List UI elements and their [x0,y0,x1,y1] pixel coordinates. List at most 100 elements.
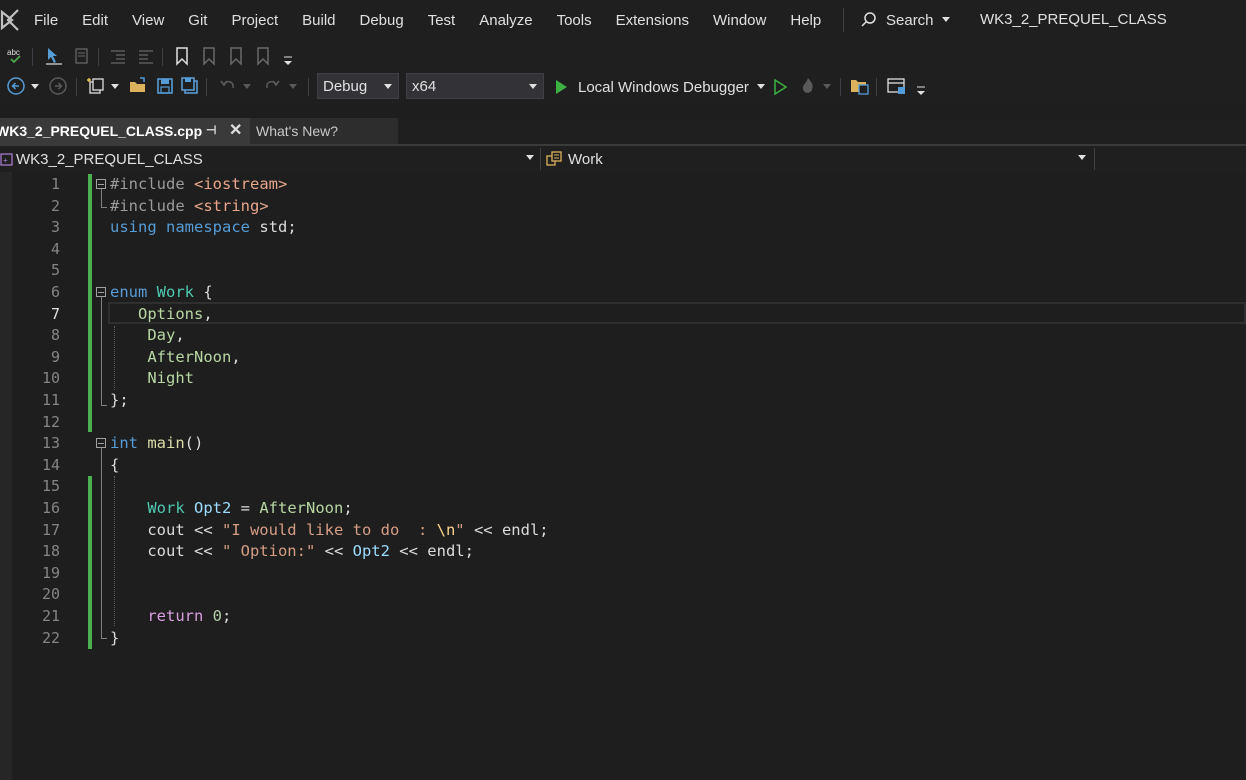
code-line-1: #include <iostream> [110,175,288,193]
line-number: 11 [41,391,60,409]
project-scope-select[interactable]: + WK3_2_PREQUEL_CLASS [0,148,538,170]
code-line-22: } [110,628,120,647]
line-number: 17 [41,520,60,539]
menu-view[interactable]: View [120,0,176,42]
solution-platform-value: x64 [412,77,437,95]
toolbar-overflow-icon[interactable] [911,80,931,100]
solution-explorer-icon[interactable] [849,76,869,96]
change-indicator-saved [88,174,92,432]
hot-reload-icon[interactable] [798,76,818,96]
menu-analyze[interactable]: Analyze [467,0,544,42]
menu-file[interactable]: File [22,0,70,42]
menu-edit[interactable]: Edit [70,0,120,42]
start-without-debugging-icon[interactable] [770,77,790,97]
chevron-down-icon [526,155,534,160]
spell-check-icon[interactable]: abc [6,46,26,66]
solution-platform-select[interactable]: x64 [406,73,544,99]
visual-studio-logo-icon[interactable] [0,6,22,34]
redo-dropdown-icon[interactable] [288,77,298,97]
back-dropdown-icon[interactable] [30,77,40,97]
menu-extensions[interactable]: Extensions [604,0,701,42]
code-line-2: #include <string> [110,196,269,215]
indicator-margin [0,172,12,780]
pin-icon[interactable]: ⊣ [206,123,216,137]
pointer-select-icon[interactable] [44,46,64,66]
code-line-7: Options, [138,304,213,323]
tab-active-file[interactable]: WK3_2_PREQUEL_CLASS.cpp ⊣ ✕ [0,118,250,144]
close-icon[interactable]: ✕ [229,120,242,140]
solution-configuration-select[interactable]: Debug [317,73,399,99]
menu-bar: File Edit View Git Project Build Debug T… [0,0,1246,42]
line-number: 10 [41,369,60,388]
toolbar-overflow-icon[interactable] [278,50,298,70]
code-line-11: }; [110,391,129,409]
line-number: 14 [41,455,60,474]
outdent-icon[interactable] [136,46,156,66]
menu-git[interactable]: Git [176,0,219,42]
code-line-10: Night [147,369,194,388]
code-editor[interactable]: 1 2 3 4 5 6 7 8 9 10 11 12 13 14 15 16 1… [0,172,1246,780]
outline-line [101,297,102,405]
new-project-icon[interactable] [86,76,106,96]
redo-icon[interactable] [262,76,282,96]
change-indicator-saved [88,476,92,649]
navigate-forward-icon[interactable] [48,76,68,96]
line-number-current: 7 [50,304,60,323]
menu-window[interactable]: Window [701,0,778,42]
member-scope-select[interactable]: Work [546,148,1092,170]
line-number: 19 [41,563,60,582]
start-debugging-button[interactable]: Local Windows Debugger [552,74,765,100]
menu-help[interactable]: Help [778,0,833,42]
menu-separator [843,8,844,32]
collapse-icon[interactable] [96,287,106,297]
collapse-icon[interactable] [96,438,106,448]
bookmark-icon[interactable] [172,46,192,66]
save-all-icon[interactable] [180,76,200,96]
code-line-13: int main() [110,434,204,453]
nav-divider [540,148,541,170]
menu-debug[interactable]: Debug [348,0,416,42]
undo-icon[interactable] [218,76,238,96]
format-document-icon[interactable] [72,46,92,66]
tab-label: What's New? [256,123,339,139]
navigation-bar: + WK3_2_PREQUEL_CLASS Work [0,146,1246,172]
previous-bookmark-icon[interactable] [199,46,219,66]
line-number: 4 [50,239,60,258]
line-number: 3 [50,218,60,237]
chevron-down-icon [756,84,765,89]
document-tabs: WK3_2_PREQUEL_CLASS.cpp ⊣ ✕ What's New? [0,118,1246,144]
undo-dropdown-icon[interactable] [242,77,252,97]
clear-bookmarks-icon[interactable] [253,46,273,66]
save-icon[interactable] [155,76,175,96]
menu-test[interactable]: Test [416,0,468,42]
line-number: 8 [50,326,60,345]
chevron-down-icon [529,84,537,89]
code-line-8: Day, [147,326,185,345]
navigate-back-icon[interactable] [6,76,26,96]
line-number: 5 [50,261,60,280]
menu-tools[interactable]: Tools [545,0,604,42]
next-bookmark-icon[interactable] [226,46,246,66]
line-number: 20 [41,585,60,604]
tab-whats-new[interactable]: What's New? [250,118,398,144]
code-line-9: AfterNoon, [147,347,241,366]
code-line-14: { [110,455,120,474]
code-line-3: using namespace std; [110,218,297,237]
line-number: 18 [41,542,60,561]
open-file-icon[interactable] [128,76,148,96]
project-scope-value: WK3_2_PREQUEL_CLASS [16,150,203,168]
code-line-18: cout << " Option:" << Opt2 << endl; [110,542,474,561]
hot-reload-dropdown-icon[interactable] [822,77,832,97]
window-layout-icon[interactable] [886,76,906,96]
window-title: WK3_2_PREQUEL_CLASS [980,11,1167,28]
search-box[interactable]: Search [860,8,950,32]
debugger-label: Local Windows Debugger [578,78,749,96]
menu-build[interactable]: Build [290,0,347,42]
menu-project[interactable]: Project [219,0,290,42]
new-item-dropdown-icon[interactable] [110,77,120,97]
collapse-icon[interactable] [96,179,106,189]
line-number: 16 [41,499,60,517]
indent-icon[interactable] [108,46,128,66]
line-number: 21 [41,607,60,625]
line-number: 13 [41,434,60,453]
